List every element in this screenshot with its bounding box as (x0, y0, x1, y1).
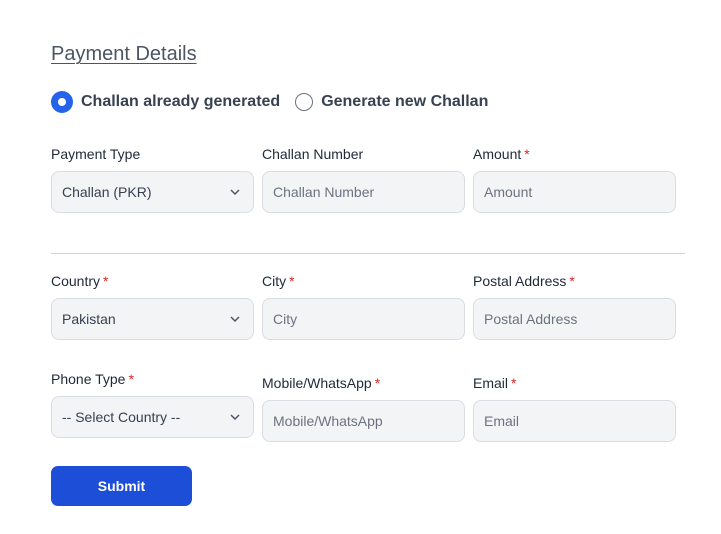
payment-type-select[interactable]: Challan (PKR) (51, 171, 254, 213)
input-placeholder: Challan Number (273, 184, 375, 200)
mobile-input[interactable]: Mobile/WhatsApp (262, 400, 465, 442)
select-value: -- Select Country -- (62, 409, 181, 425)
radio-checked-icon[interactable] (51, 91, 73, 113)
select-value: Challan (PKR) (62, 184, 152, 200)
email-input[interactable]: Email (473, 400, 676, 442)
required-marker: * (569, 273, 575, 289)
field-label: Postal Address * (473, 273, 575, 289)
input-placeholder: Mobile/WhatsApp (273, 413, 383, 429)
required-marker: * (374, 375, 381, 391)
postal-address-field: Postal Address * Postal Address (473, 272, 676, 340)
challan-mode-radio-group: Challan already generated Generate new C… (51, 91, 503, 113)
radio-unchecked-icon[interactable] (295, 93, 314, 111)
country-field: Country * Pakistan (51, 272, 254, 340)
input-placeholder: Postal Address (484, 311, 578, 327)
radio-challan-already-generated[interactable]: Challan already generated (51, 91, 280, 113)
field-label: Amount * (473, 146, 530, 162)
challan-number-field: Challan Number Challan Number (262, 145, 465, 213)
challan-number-input[interactable]: Challan Number (262, 171, 465, 213)
required-marker: * (128, 371, 134, 387)
email-field: Email * Email (473, 374, 676, 442)
submit-button[interactable]: Submit (51, 466, 192, 506)
radio-generate-new-challan[interactable]: Generate new Challan (295, 93, 488, 111)
required-marker: * (524, 146, 530, 162)
field-label: City * (262, 273, 295, 289)
radio-label: Generate new Challan (321, 93, 489, 110)
field-label: Payment Type (51, 146, 141, 162)
input-placeholder: Email (484, 413, 520, 429)
field-label: Phone Type * (51, 371, 134, 387)
amount-input[interactable]: Amount (473, 171, 676, 213)
radio-label: Challan already generated (81, 93, 281, 110)
country-select[interactable]: Pakistan (51, 298, 254, 340)
field-label: Challan Number (262, 146, 364, 162)
payment-type-field: Payment Type Challan (PKR) (51, 145, 254, 213)
required-marker: * (103, 273, 109, 289)
select-value: Pakistan (62, 311, 116, 327)
section-divider (51, 253, 685, 254)
field-label: Email * (473, 375, 517, 391)
field-label: Mobile/WhatsApp * (262, 375, 381, 391)
required-marker: * (511, 375, 517, 391)
city-field: City * City (262, 272, 465, 340)
amount-field: Amount * Amount (473, 145, 676, 213)
required-marker: * (289, 273, 295, 289)
city-input[interactable]: City (262, 298, 465, 340)
postal-address-input[interactable]: Postal Address (473, 298, 676, 340)
phone-type-select[interactable]: -- Select Country -- (51, 396, 254, 438)
chevron-down-icon (230, 414, 240, 421)
chevron-down-icon (230, 189, 240, 196)
chevron-down-icon (230, 316, 240, 323)
section-title: Payment Details (51, 43, 197, 65)
phone-type-field: Phone Type * -- Select Country -- (51, 370, 254, 438)
field-label: Country * (51, 273, 109, 289)
mobile-field: Mobile/WhatsApp * Mobile/WhatsApp (262, 374, 465, 442)
input-placeholder: Amount (484, 184, 533, 200)
input-placeholder: City (273, 311, 298, 327)
